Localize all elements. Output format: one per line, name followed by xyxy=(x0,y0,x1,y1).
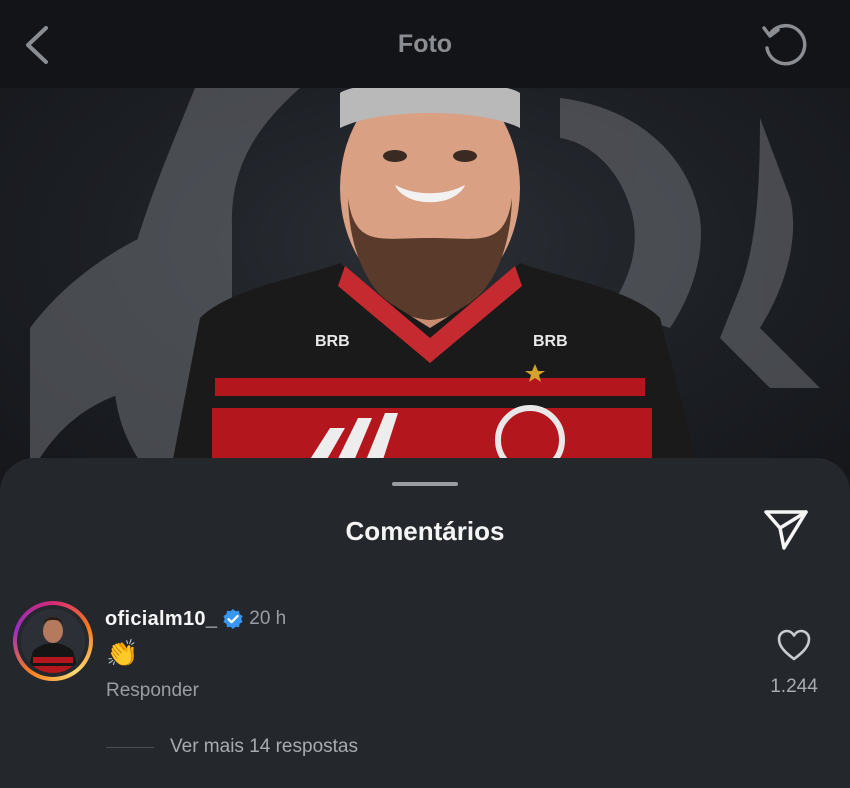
jersey-sponsor-left: BRB xyxy=(315,333,350,350)
player-photo-illustration: BRB BRB xyxy=(30,88,820,475)
jersey-sponsor-right: BRB xyxy=(533,333,568,350)
comment-text: 👏 xyxy=(106,638,139,668)
share-button[interactable] xyxy=(762,506,810,552)
page-title: Foto xyxy=(397,30,453,58)
replies-divider xyxy=(106,747,154,748)
verified-badge-icon xyxy=(223,609,243,629)
like-button[interactable] xyxy=(776,628,812,662)
rotate-ccw-icon xyxy=(762,23,807,66)
top-bar: Foto xyxy=(0,0,850,88)
view-more-replies-button[interactable]: Ver mais 14 respostas xyxy=(170,736,358,758)
reply-button[interactable]: Responder xyxy=(106,680,199,702)
avatar-image xyxy=(21,609,85,673)
comment-timestamp: 20 h xyxy=(249,608,287,629)
comment-username[interactable]: oficialm10_ xyxy=(105,608,217,631)
send-icon xyxy=(764,510,808,550)
heart-icon xyxy=(777,629,811,661)
comments-title: Comentários xyxy=(345,516,505,546)
avatar[interactable] xyxy=(13,601,93,681)
post-photo[interactable]: BRB BRB xyxy=(0,88,850,475)
like-count: 1.244 xyxy=(770,676,818,697)
sheet-grabber[interactable] xyxy=(392,482,458,486)
comments-sheet: Comentários oficialm10_ 20 h 👏 Responder… xyxy=(0,458,850,788)
rotate-button[interactable] xyxy=(760,20,810,68)
comment-header: oficialm10_ 20 h xyxy=(105,606,286,632)
